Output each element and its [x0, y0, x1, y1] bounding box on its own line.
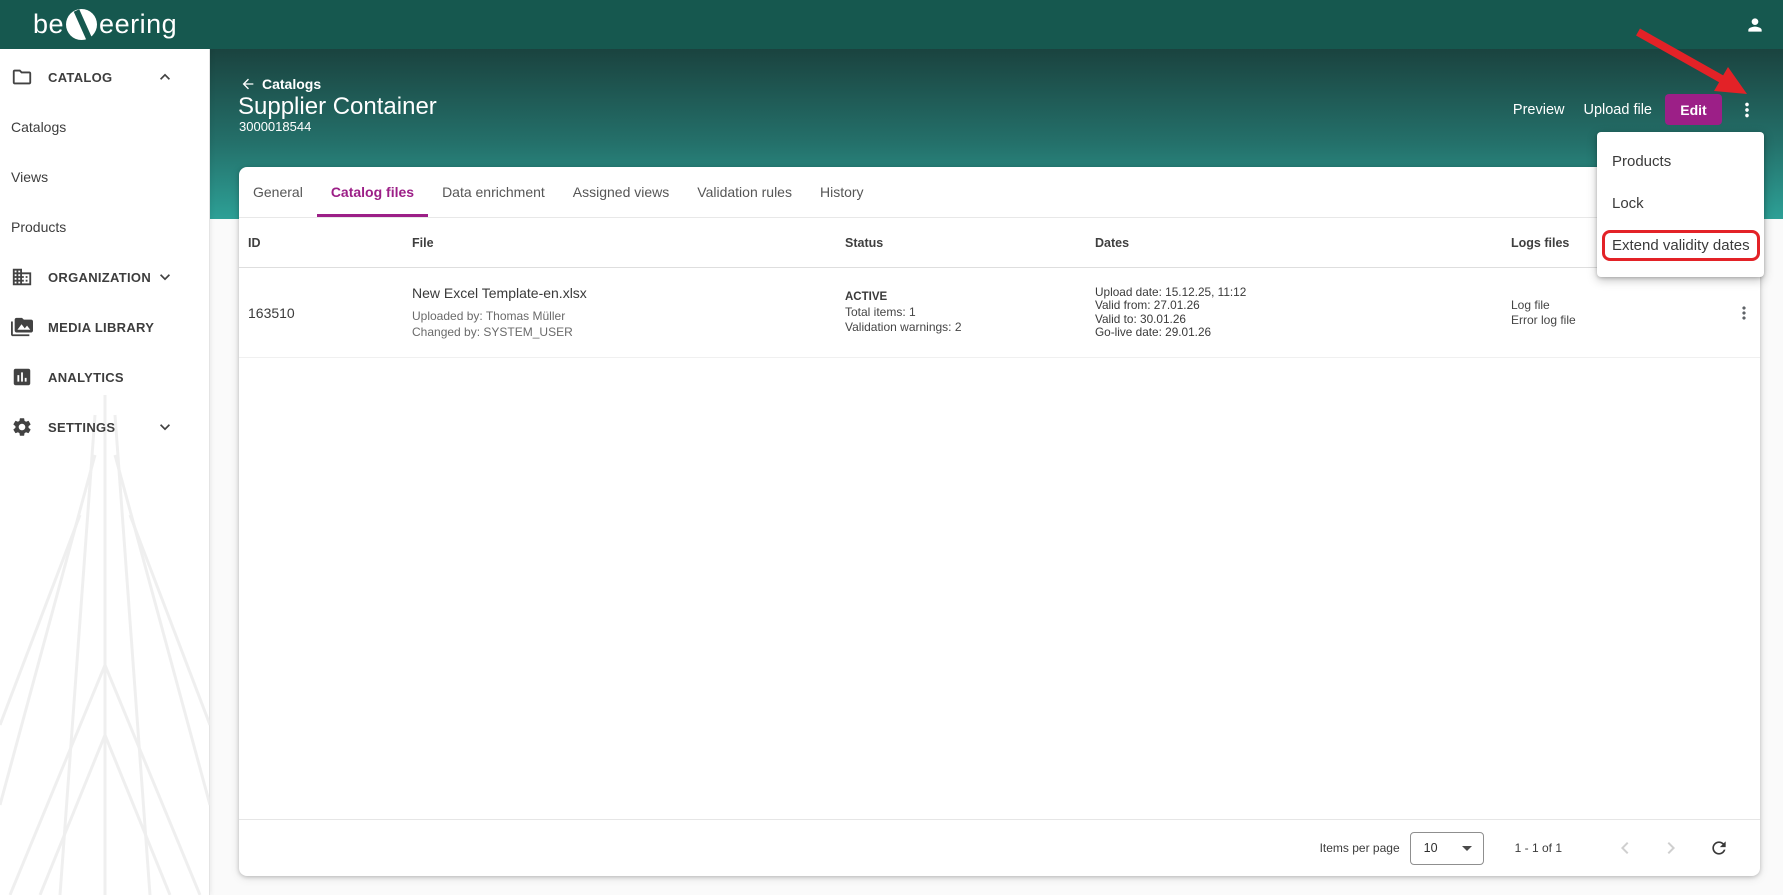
page-title: Supplier Container: [238, 93, 437, 120]
sidebar-item-products[interactable]: Products: [0, 202, 209, 252]
analytics-icon: [13, 368, 31, 386]
row-actions-cell: [1728, 298, 1760, 328]
refresh-icon: [1712, 841, 1726, 855]
edit-button[interactable]: Edit: [1665, 94, 1722, 125]
user-account-button[interactable]: [1742, 12, 1768, 38]
page-size-select[interactable]: 10: [1409, 831, 1484, 865]
status-badge: ACTIVE: [845, 291, 888, 303]
paginator: Items per page 10 1 - 1 of 1: [239, 819, 1760, 876]
chevron-down-icon: [160, 424, 170, 431]
valid-to-date: Valid to: 30.01.26: [1095, 311, 1186, 326]
sidebar: CATALOG Catalogs Views Products ORGANIZA…: [0, 49, 210, 895]
app-root: be eering CATALOG Catalogs Views Product…: [0, 0, 1783, 895]
sidebar-group-media-library[interactable]: MEDIA LIBRARY: [0, 302, 209, 352]
person-icon: [1748, 18, 1762, 32]
table-header-row: ID File Status Dates Logs files: [239, 218, 1760, 268]
kebab-icon: [1742, 305, 1746, 320]
menu-item-products[interactable]: Products: [1597, 140, 1764, 182]
column-header-file: File: [412, 235, 434, 250]
sidebar-item-views[interactable]: Views: [0, 152, 209, 202]
row-id: 163510: [248, 304, 295, 321]
upload-date: Upload date: 15.12.25, 11:12: [1095, 284, 1247, 299]
gear-icon: [13, 418, 31, 436]
tab-data-enrichment[interactable]: Data enrichment: [428, 167, 559, 217]
sidebar-group-catalog[interactable]: CATALOG: [0, 52, 209, 102]
logo-text-pre: be: [33, 9, 65, 39]
row-file-cell: New Excel Template-en.xlsx Uploaded by: …: [412, 285, 845, 340]
context-menu: Products Lock Extend validity dates: [1597, 132, 1764, 277]
menu-item-lock[interactable]: Lock: [1597, 182, 1764, 224]
top-app-bar: be eering: [0, 0, 1783, 49]
uploaded-by: Uploaded by: Thomas Müller: [412, 309, 566, 323]
row-status-cell: ACTIVE Total items: 1 Validation warning…: [845, 290, 1095, 335]
refresh-button[interactable]: [1706, 835, 1732, 861]
logo-text-post: eering: [99, 9, 178, 39]
select-caret-icon: [1461, 845, 1472, 851]
sidebar-nav: CATALOG Catalogs Views Products ORGANIZA…: [0, 49, 209, 452]
next-page-button[interactable]: [1658, 835, 1684, 861]
back-arrow-icon: [242, 78, 254, 90]
row-logs-cell: Log file Error log file: [1511, 298, 1728, 328]
kebab-icon: [1745, 102, 1749, 117]
sidebar-group-label: MEDIA LIBRARY: [48, 319, 155, 335]
sidebar-group-settings[interactable]: SETTINGS: [0, 402, 209, 452]
sidebar-group-label: SETTINGS: [48, 419, 116, 435]
status-validation-warnings: Validation warnings: 2: [845, 320, 962, 334]
tab-validation-rules[interactable]: Validation rules: [683, 167, 806, 217]
upload-file-button[interactable]: Upload file: [1583, 102, 1652, 118]
file-name: New Excel Template-en.xlsx: [412, 285, 587, 301]
beneering-logo: be eering: [33, 8, 177, 41]
breadcrumb-label: Catalogs: [262, 76, 322, 92]
log-file-link[interactable]: Log file: [1511, 298, 1728, 313]
range-label: 1 - 1 of 1: [1514, 841, 1562, 855]
logo-n-icon: [66, 9, 98, 40]
content-card: General Catalog files Data enrichment As…: [239, 167, 1760, 876]
error-log-file-link[interactable]: Error log file: [1511, 313, 1728, 328]
tab-assigned-views[interactable]: Assigned views: [559, 167, 684, 217]
valid-from-date: Valid from: 27.01.26: [1095, 298, 1200, 312]
folder-icon: [12, 69, 32, 85]
sidebar-group-label: ORGANIZATION: [48, 269, 152, 285]
column-header-id: ID: [248, 235, 261, 250]
chevron-down-icon: [160, 274, 170, 281]
row-dates-cell: Upload date: 15.12.25, 11:12 Valid from:…: [1095, 284, 1511, 340]
page-subtitle: 3000018544: [239, 119, 312, 134]
chevron-up-icon: [160, 73, 170, 80]
changed-by: Changed by: SYSTEM_USER: [412, 325, 573, 339]
sidebar-group-label: ANALYTICS: [48, 369, 124, 385]
row-more-menu-button[interactable]: [1729, 298, 1759, 328]
column-header-status: Status: [845, 235, 884, 250]
sidebar-group-label: CATALOG: [48, 69, 113, 85]
tab-history[interactable]: History: [806, 167, 878, 217]
go-live-date: Go-live date: 29.01.26: [1095, 325, 1212, 339]
header-actions: Preview Upload file Edit: [1430, 94, 1760, 125]
items-per-page-label: Items per page: [1319, 841, 1400, 855]
previous-page-button[interactable]: [1612, 835, 1638, 861]
sidebar-group-organization[interactable]: ORGANIZATION: [0, 252, 209, 302]
media-library-icon: [11, 317, 33, 337]
column-header-dates: Dates: [1095, 235, 1130, 250]
breadcrumb[interactable]: Catalogs: [240, 76, 321, 92]
tab-general[interactable]: General: [239, 167, 317, 217]
status-total-items: Total items: 1: [845, 305, 916, 319]
preview-button[interactable]: Preview: [1513, 102, 1565, 118]
table-row: 163510 New Excel Template-en.xlsx Upload…: [239, 268, 1760, 358]
page-size-value: 10: [1423, 841, 1438, 855]
chevron-right-icon: [1667, 842, 1675, 854]
building-icon: [12, 268, 32, 286]
sidebar-item-catalogs[interactable]: Catalogs: [0, 102, 209, 152]
tab-bar: General Catalog files Data enrichment As…: [239, 167, 1760, 218]
tab-catalog-files[interactable]: Catalog files: [317, 167, 428, 217]
menu-item-extend-validity-dates[interactable]: Extend validity dates: [1597, 224, 1764, 266]
header-more-menu-button[interactable]: [1734, 97, 1760, 123]
sidebar-group-analytics[interactable]: ANALYTICS: [0, 352, 209, 402]
chevron-left-icon: [1621, 842, 1629, 854]
